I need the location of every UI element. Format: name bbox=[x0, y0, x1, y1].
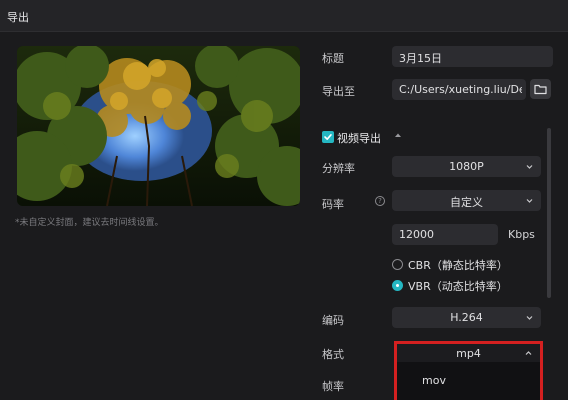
resolution-value: 1080P bbox=[449, 160, 484, 173]
bitrate-unit: Kbps bbox=[508, 228, 535, 241]
bitrate-select[interactable]: 自定义 bbox=[392, 190, 541, 211]
export-path-input[interactable]: C:/Users/xueting.liu/De... bbox=[392, 79, 526, 100]
cover-hint: *未自定义封面，建议去时间线设置。 bbox=[15, 218, 164, 228]
format-option-mov[interactable]: mov bbox=[422, 374, 446, 387]
title-label: 标题 bbox=[322, 52, 344, 65]
checkbox-checked-icon bbox=[324, 134, 332, 140]
chevron-up-icon bbox=[525, 351, 532, 355]
title-input-value: 3月15日 bbox=[399, 52, 442, 65]
vbr-label[interactable]: VBR（动态比特率） bbox=[408, 278, 508, 294]
export-to-label: 导出至 bbox=[322, 85, 355, 98]
browse-folder-button[interactable] bbox=[530, 79, 551, 99]
codec-label: 编码 bbox=[322, 314, 344, 327]
bitrate-number-value: 12000 bbox=[399, 228, 434, 241]
title-input[interactable]: 3月15日 bbox=[392, 46, 553, 67]
video-preview bbox=[17, 46, 300, 206]
format-select[interactable]: mp4 bbox=[397, 344, 540, 362]
chevron-down-icon bbox=[526, 199, 533, 203]
chevron-down-icon bbox=[526, 165, 533, 169]
chevron-down-icon bbox=[526, 316, 533, 320]
export-path-value: C:/Users/xueting.liu/De... bbox=[399, 83, 522, 96]
folder-icon bbox=[534, 84, 547, 95]
video-export-checkbox[interactable] bbox=[322, 131, 334, 143]
chevron-up-icon[interactable] bbox=[394, 132, 402, 138]
cbr-radio[interactable] bbox=[392, 259, 403, 270]
codec-value: H.264 bbox=[450, 311, 483, 324]
resolution-select[interactable]: 1080P bbox=[392, 156, 541, 177]
title-bar: 导出 bbox=[0, 0, 568, 32]
format-label: 格式 bbox=[322, 348, 344, 361]
format-value: mp4 bbox=[456, 347, 481, 360]
framerate-label: 帧率 bbox=[322, 380, 344, 393]
format-dropdown[interactable]: mp4 mov bbox=[394, 341, 543, 400]
bitrate-number-input[interactable]: 12000 bbox=[392, 224, 498, 245]
resolution-label: 分辨率 bbox=[322, 162, 355, 175]
window-title: 导出 bbox=[7, 11, 29, 24]
codec-select[interactable]: H.264 bbox=[392, 307, 541, 328]
forest-canopy-image bbox=[17, 46, 300, 206]
bitrate-value: 自定义 bbox=[450, 196, 483, 209]
vbr-radio[interactable] bbox=[392, 280, 403, 291]
bitrate-label: 码率 bbox=[322, 198, 344, 211]
video-export-title: 视频导出 bbox=[337, 132, 381, 145]
cbr-label[interactable]: CBR（静态比特率） bbox=[408, 257, 508, 273]
scrollbar[interactable] bbox=[547, 128, 551, 298]
help-icon[interactable]: ? bbox=[375, 196, 385, 206]
